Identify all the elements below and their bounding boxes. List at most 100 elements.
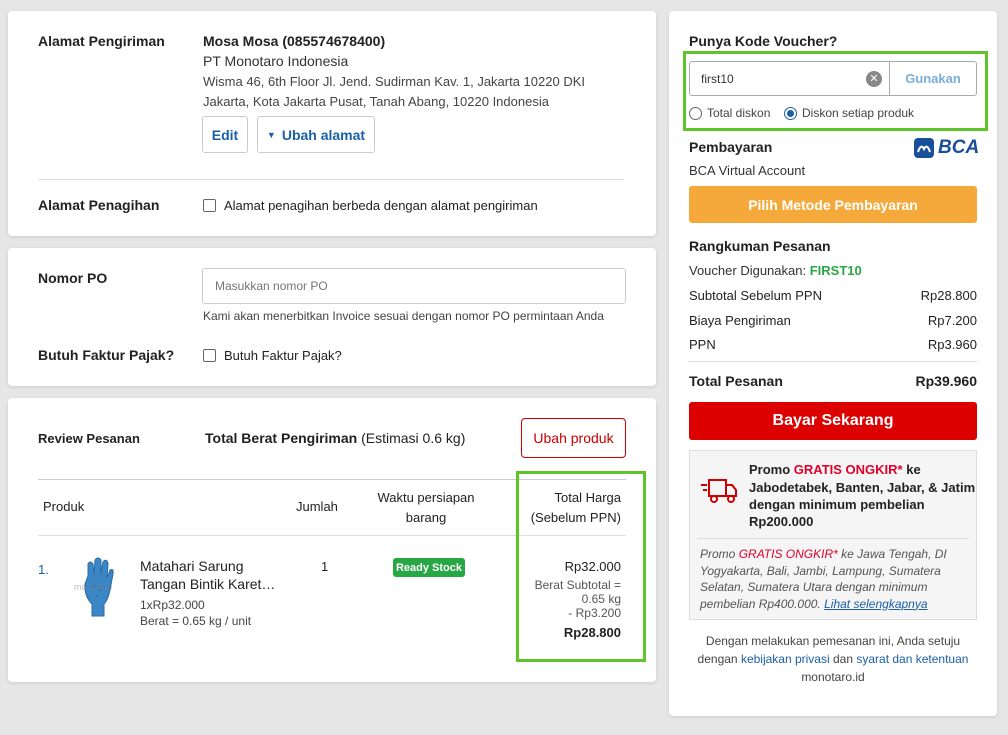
item-unit-price: 1xRp32.000 [140,598,205,612]
summary-row-label: Subtotal Sebelum PPN [689,288,822,303]
summary-total: Total Pesanan Rp39.960 [689,373,977,389]
edit-address-button[interactable]: Edit [202,116,248,153]
bca-logo: BCA [913,137,979,159]
promo-sub-prefix: Promo [700,547,739,561]
radio-discount-each-product-label: Diskon setiap produk [802,106,915,120]
choose-payment-button[interactable]: Pilih Metode Pembayaran [689,186,977,223]
review-label: Review Pesanan [38,431,140,446]
terms-prefix: dengan [697,652,738,666]
promo-see-more-link[interactable]: Lihat selengkapnya [824,597,927,611]
voucher-used-label: Voucher Digunakan: [689,263,807,278]
tax-invoice-label: Butuh Faktur Pajak? [38,347,175,363]
promo-sub-highlight: GRATIS ONGKIR* [738,547,838,561]
promo-main-suffix: ke [902,462,921,477]
pay-now-label: Bayar Sekarang [772,412,894,429]
summary-label: Rangkuman Pesanan [689,238,831,254]
item-name-line1[interactable]: Matahari Sarung [140,558,244,574]
change-address-button[interactable]: ▼ Ubah alamat [257,116,375,153]
terms-and: dan [833,652,854,666]
voucher-label: Punya Kode Voucher? [689,33,838,49]
voucher-input[interactable]: first10 ✕ [689,61,889,96]
bca-logo-text: BCA [938,137,980,158]
recipient-company: PT Monotaro Indonesia [203,53,349,69]
total-weight: Total Berat Pengiriman (Estimasi 0.6 kg) [205,430,465,446]
bca-emblem-icon [914,138,934,158]
col-qty: Jumlah [296,499,338,514]
change-product-button[interactable]: Ubah produk [521,418,626,458]
voucher-used: Voucher Digunakan: FIRST10 [689,263,862,278]
edit-address-label: Edit [211,126,239,143]
clear-voucher-icon[interactable]: ✕ [866,71,882,87]
total-weight-label: Total Berat Pengiriman [205,430,358,446]
voucher-used-code: FIRST10 [809,263,862,278]
terms-conditions-link[interactable]: syarat dan ketentuan [856,652,968,666]
promo-main-line1: Promo GRATIS ONGKIR* ke [749,462,921,477]
item-name-line2[interactable]: Tangan Bintik Karet… [140,576,275,592]
payment-label: Pembayaran [689,139,773,155]
promo-main-prefix: Promo [749,462,794,477]
recipient-name: Mosa Mosa (085574678400) [203,33,386,49]
address-line-2: Jakarta, Kota Jakarta Pusat, Tanah Abang… [203,94,549,109]
change-address-label: Ubah alamat [281,126,366,143]
promo-main-line4: Rp200.000 [749,514,814,529]
privacy-policy-link[interactable]: kebijakan privasi [741,652,830,666]
payment-method-value: BCA Virtual Account [689,163,806,178]
summary-divider [689,361,977,362]
address-line-1: Wisma 46, 6th Floor Jl. Jend. Sudirman K… [203,74,585,89]
promo-sub-line4-text: pembelian Rp400.000. [700,596,821,611]
address-divider [38,179,624,180]
product-image[interactable]: monotaro [70,556,128,622]
summary-total-label: Total Pesanan [689,373,783,389]
po-hint: Kami akan menerbitkan Invoice sesuai den… [203,309,604,323]
tax-invoice-checkbox-label: Butuh Faktur Pajak? [224,348,342,363]
promo-main-line3: dengan minimum pembelian [749,497,925,512]
radio-total-discount[interactable] [689,107,702,120]
promo-divider [697,538,969,539]
apply-voucher-label: Gunakan [905,71,961,86]
summary-row-label: PPN [689,337,716,352]
shipping-label: Alamat Pengiriman [38,33,165,49]
po-label: Nomor PO [38,270,108,286]
summary-row-value: Rp7.200 [927,313,977,328]
choose-payment-label: Pilih Metode Pembayaran [748,196,918,213]
item-weight: Berat = 0.65 kg / unit [140,614,252,628]
promo-sub-suffix: ke Jawa Tengah, DI [837,547,947,561]
summary-row-value: Rp3.960 [927,337,977,352]
change-product-label: Ubah produk [533,430,614,446]
summary-row-tax: PPN Rp3.960 [689,337,977,352]
summary-row-shipping: Biaya Pengiriman Rp7.200 [689,313,977,328]
summary-row-value: Rp28.800 [920,288,977,303]
promo-main-line2: Jabodetabek, Banten, Jabar, & Jatim [749,480,976,495]
promo-sub: Promo GRATIS ONGKIR* ke Jawa Tengah, DI … [700,546,972,612]
radio-discount-each-product[interactable] [784,107,797,120]
ready-stock-badge: Ready Stock [393,558,465,577]
terms-line2: dengan kebijakan privasi dan syarat dan … [689,650,977,668]
promo-main-highlight: GRATIS ONGKIR* [793,462,903,477]
tax-invoice-checkbox[interactable] [203,349,216,362]
col-prep-line2: barang [405,510,447,525]
promo-sub-line3: Selatan, Sumatera Utara dengan minimum [700,580,928,594]
voucher-input-value: first10 [701,72,734,86]
total-column-highlight [516,471,646,662]
item-index: 1. [38,562,49,577]
radio-total-discount-label: Total diskon [707,106,771,120]
col-product: Produk [43,499,85,514]
product-image-watermark: monotaro [74,582,113,592]
billing-different-label: Alamat penagihan berbeda dengan alamat p… [224,198,538,213]
billing-label: Alamat Penagihan [38,197,160,213]
total-weight-value: (Estimasi 0.6 kg) [361,430,466,446]
ready-stock-label: Ready Stock [395,561,463,574]
pay-now-button[interactable]: Bayar Sekarang [689,402,977,440]
terms-line3: monotaro.id [801,670,865,684]
summary-row-label: Biaya Pengiriman [689,313,791,328]
po-number-input[interactable] [202,268,626,304]
terms-line1: Dengan melakukan pemesanan ini, Anda set… [705,634,961,648]
terms-text: Dengan melakukan pemesanan ini, Anda set… [689,632,977,686]
promo-sub-line1: Promo GRATIS ONGKIR* ke Jawa Tengah, DI [700,546,972,563]
apply-voucher-button[interactable]: Gunakan [889,61,977,96]
billing-different-checkbox[interactable] [203,199,216,212]
summary-total-value: Rp39.960 [915,373,977,389]
item-qty: 1 [321,559,329,574]
promo-sub-line2: Yogyakarta, Bali, Jambi, Lampung, Sumate… [700,563,941,578]
delivery-truck-icon [701,479,737,503]
